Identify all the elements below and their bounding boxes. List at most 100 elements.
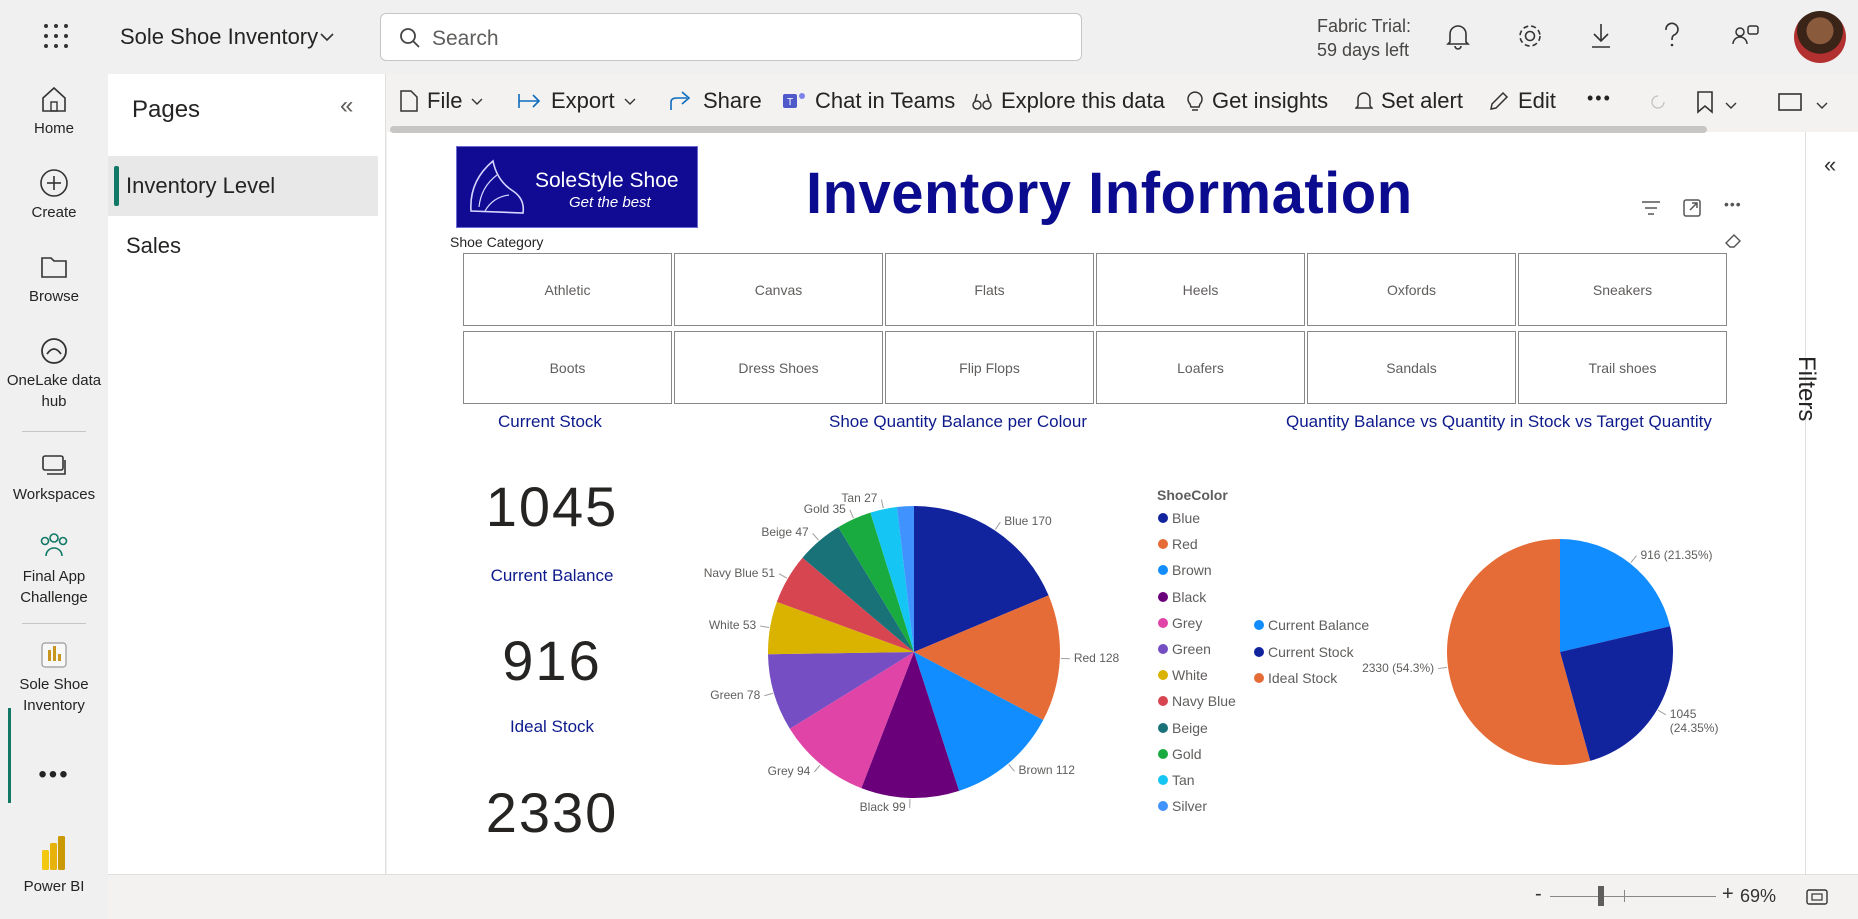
pages-pane: Pages « Inventory Level Sales xyxy=(108,74,386,874)
nav-browse[interactable]: Browse xyxy=(0,252,108,307)
chevron-down-icon[interactable] xyxy=(318,28,336,46)
visual-more-icon[interactable]: ••• xyxy=(1724,196,1742,212)
zoom-out-button[interactable]: - xyxy=(1535,883,1542,906)
export-menu-button[interactable]: Export xyxy=(517,88,637,114)
chart1-leader-line xyxy=(813,764,821,773)
chart1-legend-item[interactable]: Green xyxy=(1158,641,1211,657)
more-options-icon[interactable]: ••• xyxy=(1587,88,1612,109)
chart1-leader-line xyxy=(994,521,1001,530)
horizontal-scrollbar[interactable] xyxy=(390,126,1707,133)
slicer-tile-heels[interactable]: Heels xyxy=(1096,253,1305,326)
expand-filters-icon[interactable]: « xyxy=(1824,152,1836,178)
slicer-tile-flats[interactable]: Flats xyxy=(885,253,1094,326)
chevron-down-icon[interactable] xyxy=(1815,98,1829,112)
chart2-legend-item[interactable]: Ideal Stock xyxy=(1254,670,1337,686)
chart2-leader-line xyxy=(1438,666,1448,670)
chart1-legend-label: Green xyxy=(1172,641,1211,657)
slicer-tile-dress-shoes[interactable]: Dress Shoes xyxy=(674,331,883,404)
chart1-legend-item[interactable]: Black xyxy=(1158,589,1206,605)
explore-data-button[interactable]: Explore this data xyxy=(971,88,1165,114)
slicer-tile-sandals[interactable]: Sandals xyxy=(1307,331,1516,404)
chart1-legend-label: Navy Blue xyxy=(1172,693,1236,710)
download-icon[interactable] xyxy=(1589,22,1613,50)
search-input[interactable]: Search xyxy=(380,13,1082,61)
help-icon[interactable] xyxy=(1662,22,1682,50)
nav-workspaces[interactable]: Workspaces xyxy=(0,450,108,505)
nav-create[interactable]: Create xyxy=(0,168,108,223)
slicer-tile-trail-shoes[interactable]: Trail shoes xyxy=(1518,331,1727,404)
chart1-legend-item[interactable]: Navy Blue xyxy=(1158,693,1236,709)
app-launcher-icon[interactable] xyxy=(44,24,68,48)
pencil-icon xyxy=(1490,91,1509,110)
nav-final-app-label: Final App Challenge xyxy=(20,568,88,606)
file-menu-button[interactable]: File xyxy=(399,88,484,114)
eraser-icon[interactable] xyxy=(1724,232,1742,248)
chart2-legend-item[interactable]: Current Stock xyxy=(1254,644,1354,660)
chart1-legend-swatch xyxy=(1158,644,1168,654)
ideal-stock-label: Ideal Stock xyxy=(509,717,595,736)
chart1-legend-item[interactable]: Brown xyxy=(1158,562,1212,578)
chart1-legend-item[interactable]: Grey xyxy=(1158,615,1202,631)
chart1-legend-item[interactable]: Red xyxy=(1158,536,1198,552)
chart1-legend-swatch xyxy=(1158,748,1168,759)
chart1-data-label: Grey 94 xyxy=(767,764,811,778)
slicer-tile-sneakers[interactable]: Sneakers xyxy=(1518,253,1727,326)
slicer-tile-athletic[interactable]: Athletic xyxy=(463,253,672,326)
slicer-tile-flip-flops[interactable]: Flip Flops xyxy=(885,331,1094,404)
slicer-tile-loafers[interactable]: Loafers xyxy=(1096,331,1305,404)
bookmark-icon[interactable] xyxy=(1695,90,1715,114)
nav-sole-shoe-inventory[interactable]: Sole Shoe Inventory xyxy=(0,640,108,716)
nav-home[interactable]: Home xyxy=(0,84,108,139)
page-tab-inventory-level[interactable]: Inventory Level xyxy=(108,156,378,216)
zoom-slider-thumb[interactable] xyxy=(1598,886,1604,906)
get-insights-button[interactable]: Get insights xyxy=(1186,88,1328,114)
nav-onelake[interactable]: OneLake data hub xyxy=(0,336,108,412)
trial-line-2: 59 days left xyxy=(1317,40,1410,60)
chart1-legend-item[interactable]: Silver xyxy=(1158,798,1207,814)
chart2-legend-item[interactable]: Current Balance xyxy=(1254,617,1369,633)
set-alert-button[interactable]: Set alert xyxy=(1355,88,1463,114)
zoom-in-button[interactable]: + xyxy=(1722,883,1734,906)
slicer-tile-canvas[interactable]: Canvas xyxy=(674,253,883,326)
slicer-tile-oxfords[interactable]: Oxfords xyxy=(1307,253,1516,326)
chart1-legend-item[interactable]: Beige xyxy=(1158,720,1208,736)
chart1-data-label: Beige 47 xyxy=(761,525,809,540)
slicer-tile-boots[interactable]: Boots xyxy=(463,331,672,404)
zoom-level[interactable]: 69% xyxy=(1740,886,1776,907)
fit-to-page-icon[interactable] xyxy=(1805,887,1829,907)
edit-button[interactable]: Edit xyxy=(1488,88,1556,114)
nav-onelake-label: OneLake data hub xyxy=(6,372,102,410)
chat-in-teams-button[interactable]: T Chat in Teams xyxy=(781,88,955,114)
share-button[interactable]: Share xyxy=(669,88,762,114)
chart1-legend-item[interactable]: White xyxy=(1158,667,1208,683)
chevron-down-icon[interactable] xyxy=(1724,98,1738,112)
search-icon xyxy=(400,28,420,48)
view-icon[interactable] xyxy=(1777,92,1803,112)
filter-icon[interactable] xyxy=(1640,200,1662,216)
workspaces-icon xyxy=(42,455,66,475)
feedback-icon[interactable] xyxy=(1732,22,1760,50)
filters-pane[interactable]: « Filters xyxy=(1793,132,1858,874)
refresh-icon[interactable] xyxy=(1648,92,1668,112)
chart1-leader-line xyxy=(880,499,884,509)
fabric-trial-status[interactable]: Fabric Trial: 59 days left xyxy=(1317,14,1411,62)
chart1-legend-item[interactable]: Tan xyxy=(1158,772,1195,788)
chart1-legend-item[interactable]: Gold xyxy=(1158,746,1202,762)
bell-icon[interactable] xyxy=(1446,22,1470,50)
chart1-legend-item[interactable]: Blue xyxy=(1158,510,1200,526)
current-balance-label: Current Balance xyxy=(490,566,614,585)
binoculars-icon xyxy=(972,93,992,110)
nav-final-app-challenge[interactable]: Final App Challenge xyxy=(0,530,108,608)
nav-workspaces-label: Workspaces xyxy=(12,486,96,503)
nav-powerbi[interactable]: Power BI xyxy=(0,834,108,897)
gear-icon[interactable] xyxy=(1516,22,1544,50)
page-tab-sales[interactable]: Sales xyxy=(108,216,378,276)
app-title[interactable]: Sole Shoe Inventory xyxy=(120,24,318,50)
collapse-pane-icon[interactable]: « xyxy=(340,92,353,120)
nav-more-icon[interactable]: ••• xyxy=(0,763,108,787)
nav-active-indicator xyxy=(8,708,11,803)
user-avatar[interactable] xyxy=(1794,11,1846,63)
zoom-slider-track[interactable] xyxy=(1550,896,1716,897)
chart1-legend-label: Beige xyxy=(1172,719,1208,736)
focus-mode-icon[interactable] xyxy=(1682,198,1702,218)
